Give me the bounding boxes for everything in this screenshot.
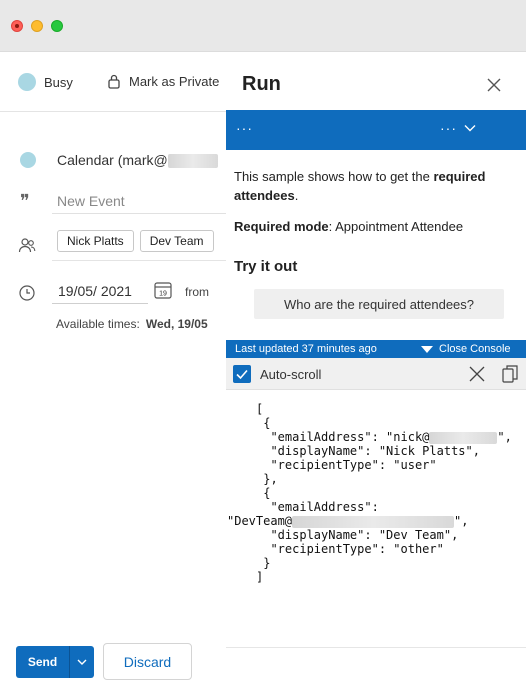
calendar-day-text: 19	[159, 291, 167, 298]
console-line: "recipientType": "user"	[256, 458, 437, 472]
autoscroll-label: Auto-scroll	[260, 367, 322, 382]
try-it-heading: Try it out	[234, 258, 298, 275]
console-line: ]	[256, 570, 264, 584]
redacted-email	[429, 431, 498, 444]
redacted-email	[292, 515, 455, 528]
clear-icon[interactable]	[469, 366, 485, 382]
pane-toolbar: ··· ···	[226, 110, 526, 150]
console-status-bar: Last updated 37 minutes ago Close Consol…	[226, 340, 526, 358]
mark-private-label: Mark as Private	[129, 73, 220, 89]
header-divider	[0, 111, 226, 112]
mode-value: : Appointment Attendee	[328, 219, 464, 234]
chevron-down-icon[interactable]	[464, 124, 476, 132]
event-title-input[interactable]	[52, 188, 226, 214]
sample-description: This sample shows how to get the require…	[234, 167, 519, 205]
console-line: "emailAddress":	[256, 500, 379, 514]
close-console-label: Close Console	[439, 343, 511, 355]
window-titlebar	[0, 0, 526, 52]
chevron-down-icon	[77, 659, 87, 665]
mode-label: Required mode	[234, 219, 329, 234]
send-button[interactable]: Send	[16, 646, 70, 678]
checkbox-icon	[236, 369, 248, 380]
run-pane-title: Run	[242, 73, 281, 95]
description-prefix: This sample shows how to get the	[234, 169, 434, 184]
description-suffix: .	[294, 188, 299, 203]
console-line: "recipientType": "other"	[256, 542, 444, 556]
discard-button[interactable]: Discard	[103, 643, 192, 680]
quote-icon: ❞	[20, 191, 30, 212]
people-icon	[18, 238, 36, 253]
clock-icon	[19, 285, 35, 301]
console-output: [ { "emailAddress": "nick@ ", "displayNam…	[227, 402, 512, 584]
attendee-divider	[52, 260, 226, 261]
close-window-button[interactable]	[11, 20, 23, 32]
console-line: },	[256, 472, 278, 486]
minimize-window-button[interactable]	[31, 20, 43, 32]
attendee-chip-devteam[interactable]: Dev Team	[139, 230, 214, 252]
console-line: "displayName": "Nick Platts",	[256, 444, 480, 458]
close-console-button[interactable]: Close Console	[421, 343, 511, 355]
more-options-right-icon[interactable]: ···	[440, 120, 457, 136]
console-line: {	[256, 416, 271, 430]
from-label: from	[185, 285, 209, 299]
busy-status-toggle[interactable]: Busy	[18, 73, 73, 91]
busy-status-dot-icon	[18, 73, 36, 91]
calendar-label: Calendar (mark@	[57, 152, 168, 168]
console-toolbar: Auto-scroll	[226, 358, 526, 390]
console-line: [	[256, 402, 264, 416]
console-line-wrap: "emailAddress": "nick@ ",	[256, 430, 512, 444]
event-compose-form: Busy Mark as Private Calendar (mark@ ❞ N…	[0, 53, 526, 690]
console-line: {	[256, 486, 271, 500]
console-divider	[226, 647, 526, 648]
last-updated-text: Last updated 37 minutes ago	[235, 343, 377, 355]
send-button-group: Send	[16, 646, 94, 678]
attendee-list: Nick Platts Dev Team	[57, 230, 214, 252]
console-line: "emailAddress": "nick@	[256, 430, 430, 444]
calendar-selector[interactable]: Calendar (mark@	[57, 152, 218, 169]
available-times-label: Available times:	[56, 317, 140, 331]
lock-icon	[108, 74, 120, 89]
run-pane: ··· ··· This sample shows how to get the…	[226, 110, 526, 649]
attendee-chip-nick[interactable]: Nick Platts	[57, 230, 134, 252]
console-line: "DevTeam@	[227, 514, 293, 528]
autoscroll-checkbox[interactable]	[233, 365, 251, 383]
console-line-wrap: "DevTeam@ ",	[227, 514, 469, 528]
copy-icon[interactable]	[502, 365, 518, 383]
send-options-button[interactable]	[70, 646, 94, 678]
zoom-window-button[interactable]	[51, 20, 63, 32]
event-date-input[interactable]	[52, 278, 148, 304]
mode-text: Required mode: Appointment Attendee	[234, 219, 463, 234]
redacted-email	[167, 154, 218, 169]
close-icon[interactable]	[486, 77, 502, 93]
console-line: "displayName": "Dev Team",	[256, 528, 459, 542]
collapse-triangle-icon	[421, 345, 433, 353]
calendar-color-icon	[20, 152, 36, 168]
available-times: Available times: Wed, 19/05	[56, 317, 208, 331]
calendar-icon[interactable]: 19	[153, 280, 173, 300]
console-line: }	[256, 556, 271, 570]
more-options-left-icon[interactable]: ···	[236, 120, 253, 136]
get-required-attendees-button[interactable]: Who are the required attendees?	[254, 289, 504, 319]
mark-private-button[interactable]: Mark as Private	[107, 73, 219, 89]
busy-status-label: Busy	[44, 74, 73, 90]
available-times-value[interactable]: Wed, 19/05	[146, 317, 208, 331]
